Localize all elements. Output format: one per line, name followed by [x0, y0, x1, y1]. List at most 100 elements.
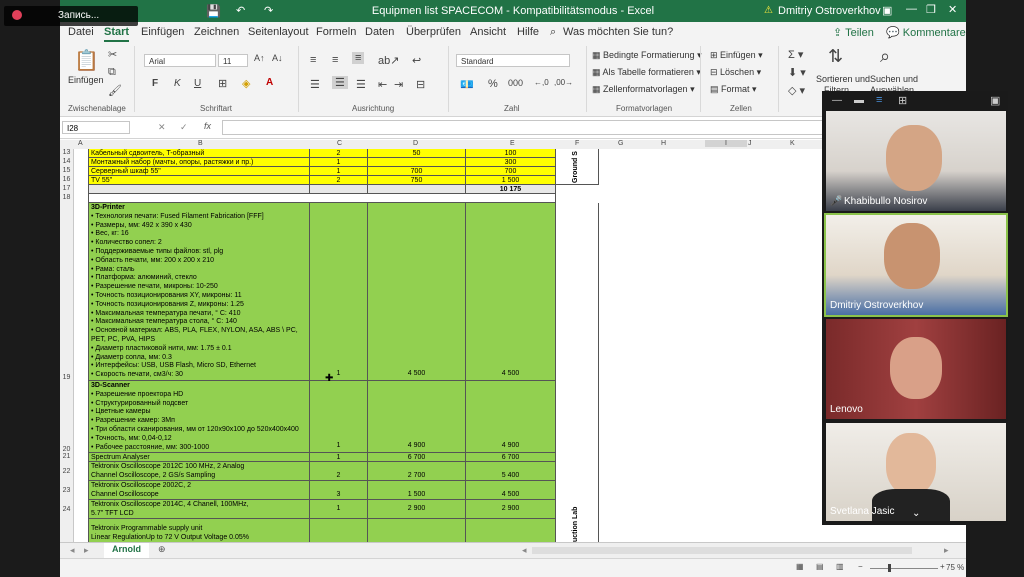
cancel-formula-icon[interactable]: ✕ — [158, 122, 166, 133]
cell-b-scanner[interactable]: 3D-Scanner • Разрешение проектора HD • Ст… — [88, 381, 310, 453]
insert-cells-button[interactable]: ⊞ Einfügen ▾ — [710, 50, 763, 61]
restore-icon[interactable]: ❐ — [926, 3, 936, 16]
cell-b[interactable]: Монтажный набор (мачты, опоры, растяжки … — [88, 158, 310, 167]
format-as-table-button[interactable]: ▦ Als Tabelle formatieren ▾ — [592, 67, 701, 78]
col-header-g[interactable]: G — [618, 140, 623, 147]
italic-icon[interactable]: K — [174, 78, 181, 89]
cell-d[interactable]: 2 700 — [368, 462, 466, 481]
wrap-text-icon[interactable]: ↩ — [412, 54, 421, 67]
cell-c[interactable]: 1 — [310, 167, 368, 176]
cell-d[interactable]: 2 900 — [368, 500, 466, 519]
row-number[interactable]: 13 — [60, 149, 74, 158]
conditional-format-button[interactable]: ▦ Bedingte Formatierung ▾ — [592, 50, 702, 61]
cell-b[interactable]: Кабельный сдвоитель, T-образный — [88, 149, 310, 158]
next-sheet-icon[interactable]: ▸ — [84, 545, 89, 556]
tab-einfuegen[interactable]: Einfügen — [141, 26, 184, 38]
increase-indent-icon[interactable]: ⇥ — [394, 78, 403, 91]
cell-b[interactable]: Tektronix Oscilloscope 2012C 100 MHz, 2 … — [88, 462, 310, 481]
confirm-formula-icon[interactable]: ✓ — [180, 122, 188, 133]
page-layout-icon[interactable]: ▤ — [816, 562, 824, 571]
pip-icon[interactable]: ▣ — [990, 94, 1000, 107]
tab-formeln[interactable]: Formeln — [316, 26, 356, 38]
cell-e[interactable]: 5 400 — [466, 462, 556, 481]
col-header-i[interactable]: I — [705, 140, 747, 147]
video-tile[interactable]: Svetlana Jasic ⌄ — [826, 423, 1006, 521]
zoom-level[interactable]: 75 % — [946, 563, 964, 572]
tab-ueberpruefen[interactable]: Überprüfen — [406, 26, 461, 38]
cell-d[interactable]: 750 — [368, 176, 466, 185]
cut-icon[interactable]: ✂ — [108, 48, 117, 61]
video-tile-active[interactable]: Dmitriy Ostroverkhov — [824, 213, 1008, 317]
video-tile[interactable]: Lenovo — [826, 319, 1006, 419]
page-break-icon[interactable]: ▥ — [836, 562, 844, 571]
normal-view-icon[interactable]: ▦ — [796, 562, 804, 571]
empty-cells[interactable] — [88, 194, 556, 203]
align-left-icon[interactable]: ☰ — [310, 78, 320, 91]
row-number[interactable] — [60, 519, 74, 542]
row-number[interactable]: 22 — [60, 462, 74, 481]
row-number[interactable]: 19 — [60, 203, 74, 381]
cell-c[interactable]: 1 — [310, 381, 368, 453]
total-cell[interactable]: 10 175 — [466, 185, 556, 194]
tell-me-input[interactable]: Was möchten Sie tun? — [563, 26, 673, 38]
align-center-icon[interactable]: ☰ — [332, 76, 348, 89]
col-header-d[interactable]: D — [413, 140, 418, 147]
tab-seitenlayout[interactable]: Seitenlayout — [248, 26, 309, 38]
cell-d[interactable]: 6 700 — [368, 453, 466, 462]
cell-b[interactable]: Tektronix Programmable supply unit Linear… — [88, 519, 310, 542]
sort-filter-icon[interactable]: ⇅ — [828, 46, 843, 67]
cell-d[interactable] — [368, 519, 466, 542]
cell-b[interactable]: TV 55" — [88, 176, 310, 185]
clear-icon[interactable]: ◇ ▾ — [788, 84, 805, 97]
row-number[interactable]: 17 — [60, 185, 74, 194]
align-top-icon[interactable]: ≡ — [310, 54, 316, 66]
fill-color-icon[interactable]: ◈ — [242, 77, 250, 90]
copy-icon[interactable]: ⧉ — [108, 66, 116, 79]
cell-c[interactable]: 1 — [310, 500, 368, 519]
chevron-down-icon[interactable]: ⌄ — [912, 508, 920, 519]
align-bottom-icon[interactable]: ≡ — [352, 52, 365, 64]
col-header-h[interactable]: H — [661, 140, 666, 147]
merge-cells-icon[interactable]: ⊟ — [416, 78, 425, 91]
decrease-indent-icon[interactable]: ⇤ — [378, 78, 387, 91]
decrease-decimal-icon[interactable]: ,00→ — [554, 78, 573, 87]
speaker-view-icon[interactable]: ▬ — [854, 95, 864, 106]
cell-b[interactable]: Tektronix Oscilloscope 2014C, 4 Chanell,… — [88, 500, 310, 519]
cell-c[interactable]: 2 — [310, 149, 368, 158]
cell-e[interactable]: 4 900 — [466, 381, 556, 453]
cell-e[interactable]: 300 — [466, 158, 556, 167]
cell-e[interactable]: 4 500 — [466, 203, 556, 381]
zoom-slider-thumb[interactable] — [888, 564, 891, 572]
thousands-separator-icon[interactable]: 000 — [508, 78, 523, 88]
tab-zeichnen[interactable]: Zeichnen — [194, 26, 239, 38]
minimize-icon[interactable]: — — [906, 3, 917, 15]
col-header-e[interactable]: E — [510, 140, 515, 147]
row-number[interactable]: 16 — [60, 176, 74, 185]
tab-start[interactable]: Start — [104, 26, 130, 42]
cell-styles-button[interactable]: ▦ Zellenformatvorlagen ▾ — [592, 84, 695, 95]
row-number[interactable]: 23 — [60, 481, 74, 500]
cell-c[interactable]: 1 — [310, 158, 368, 167]
find-select-icon[interactable]: ⌕ — [880, 46, 890, 67]
col-header-j[interactable]: J — [748, 140, 752, 147]
cell-b-printer[interactable]: 3D-Printer • Технология печати: Fused Fi… — [88, 203, 310, 381]
cell-d[interactable]: 4 900 — [368, 381, 466, 453]
recording-indicator[interactable]: Запись... — [4, 6, 138, 26]
bold-icon[interactable]: F — [152, 78, 158, 89]
cell-b[interactable]: Серверный шкаф 55" — [88, 167, 310, 176]
cell-f-group[interactable] — [556, 203, 599, 542]
cell-c[interactable]: 2 — [310, 462, 368, 481]
font-size-select[interactable]: 11 — [218, 54, 248, 67]
shrink-font-icon[interactable]: A↓ — [272, 53, 283, 63]
tab-daten[interactable]: Daten — [365, 26, 394, 38]
share-button[interactable]: ⇪ Teilen — [833, 26, 874, 39]
cell-e[interactable]: 1 500 — [466, 176, 556, 185]
row-number[interactable]: 20 — [60, 381, 74, 453]
scroll-left-icon[interactable]: ◂ — [522, 545, 527, 556]
cell-d[interactable]: 50 — [368, 149, 466, 158]
cell-d[interactable] — [368, 158, 466, 167]
font-color-icon[interactable]: A — [266, 77, 273, 88]
cell-e[interactable]: 100 — [466, 149, 556, 158]
cell-e[interactable]: 2 900 — [466, 500, 556, 519]
cell-e[interactable]: 4 500 — [466, 481, 556, 500]
